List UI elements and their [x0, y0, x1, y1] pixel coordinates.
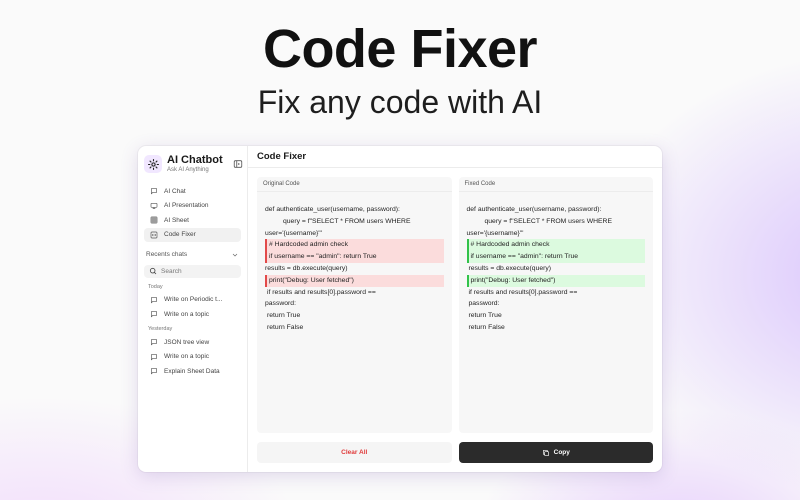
- code-line: user='{username}'": [466, 229, 524, 237]
- main-panel: Code Fixer Original Code def authenticat…: [248, 146, 662, 472]
- code-line: results = db.execute(query): [468, 264, 552, 272]
- app-name: AI Chatbot: [167, 154, 223, 166]
- copy-button[interactable]: Copy: [458, 442, 653, 463]
- code-line-removed: # Hardcoded admin check: [265, 239, 444, 252]
- chat-icon: [151, 339, 157, 346]
- copy-label: Copy: [553, 449, 570, 456]
- search-input[interactable]: Search: [144, 264, 241, 278]
- code-line: return True: [267, 312, 301, 320]
- code-line: results = db.execute(query): [265, 264, 348, 272]
- sidebar-collapse-icon[interactable]: [233, 159, 243, 169]
- chat-icon: [151, 296, 157, 303]
- code-line: return False: [267, 323, 304, 331]
- recent-chat-item[interactable]: Write on Periodic t...: [144, 293, 241, 307]
- chat-icon: [151, 368, 157, 375]
- code-line-added: print("Debug: User fetched"): [466, 274, 645, 287]
- code-line-removed: print("Debug: User fetched"): [265, 274, 444, 287]
- code-line: query = f"SELECT * FROM users WHERE: [283, 217, 411, 225]
- code-line-added: # Hardcoded admin check: [466, 239, 645, 252]
- recent-chat-item[interactable]: Write on a topic: [144, 350, 241, 364]
- code-line: if results and results[0].password ==: [267, 288, 376, 296]
- sidebar: AI Chatbot Ask AI Anything AI Chat AI Pr…: [138, 146, 248, 472]
- brand: AI Chatbot Ask AI Anything: [144, 154, 241, 174]
- recent-chat-label: Explain Sheet Data: [164, 367, 220, 375]
- chat-icon: [151, 311, 157, 318]
- fixed-code-pane[interactable]: Fixed Code def authenticate_user(usernam…: [458, 177, 654, 433]
- sheet-icon: [150, 216, 158, 224]
- recent-chat-label: JSON tree view: [164, 338, 210, 346]
- code-line: query = f"SELECT * FROM users WHERE: [484, 217, 613, 225]
- sidebar-item-label: AI Sheet: [164, 216, 189, 224]
- recent-chat-item[interactable]: Write on a topic: [144, 307, 241, 321]
- search-placeholder: Search: [161, 267, 182, 275]
- search-icon: [149, 267, 157, 275]
- group-label-today: Today: [148, 283, 163, 290]
- code-line: return True: [468, 312, 502, 320]
- chevron-down-icon[interactable]: [231, 251, 239, 259]
- copy-icon: [542, 449, 549, 456]
- fixed-code-label: Fixed Code: [458, 177, 653, 192]
- original-code-pane[interactable]: Original Code def authenticate_user(user…: [257, 177, 452, 433]
- code-line: password:: [468, 300, 500, 308]
- fixed-code-block[interactable]: def authenticate_user(username, password…: [459, 192, 654, 334]
- group-label-yesterday: Yesterday: [148, 326, 173, 332]
- sidebar-item-label: AI Chat: [164, 187, 186, 195]
- recent-chat-label: Write on a topic: [164, 310, 210, 318]
- sidebar-item-label: AI Presentation: [164, 202, 209, 209]
- app-tagline: Ask AI Anything: [167, 167, 209, 173]
- hero-subtitle: Fix any code with AI: [257, 84, 543, 120]
- recent-chat-item[interactable]: Explain Sheet Data: [144, 364, 241, 378]
- code-line: def authenticate_user(username, password…: [466, 206, 602, 213]
- sidebar-item-ai-chat[interactable]: AI Chat: [144, 184, 241, 198]
- recent-chat-label: Write on a topic: [164, 353, 210, 360]
- code-line-removed: if username == "admin": return True: [265, 251, 444, 263]
- page-title: Code Fixer: [248, 146, 662, 168]
- original-code-block[interactable]: def authenticate_user(username, password…: [257, 192, 452, 334]
- original-code-label: Original Code: [257, 177, 452, 192]
- sidebar-item-code-fixer[interactable]: Code Fixer: [144, 227, 241, 242]
- hero-title: Code Fixer: [262, 19, 538, 79]
- code-line: if results and results[0].password ==: [468, 288, 578, 296]
- chat-icon: [151, 353, 157, 360]
- code-line: return False: [468, 323, 505, 331]
- code-line: user='{username}'": [265, 229, 322, 237]
- code-line: password:: [265, 300, 296, 308]
- clear-all-button[interactable]: Clear All: [257, 442, 452, 463]
- app-window: AI Chatbot Ask AI Anything AI Chat AI Pr…: [138, 146, 662, 472]
- clear-all-label: Clear All: [341, 449, 368, 456]
- recent-chats-label: Recents chats: [146, 251, 188, 258]
- sidebar-item-ai-sheet[interactable]: AI Sheet: [144, 213, 241, 227]
- recent-chat-label: Write on Periodic t...: [164, 296, 223, 303]
- sidebar-item-label: Code Fixer: [164, 231, 196, 238]
- recent-chat-item[interactable]: JSON tree view: [144, 335, 241, 349]
- recent-chats-header[interactable]: Recents chats: [146, 251, 239, 259]
- presentation-icon: [150, 202, 158, 209]
- sidebar-item-ai-presentation[interactable]: AI Presentation: [144, 199, 241, 213]
- chat-icon: [151, 188, 157, 195]
- code-line: def authenticate_user(username, password…: [265, 206, 400, 213]
- code-icon: [150, 231, 158, 238]
- logo-icon: [144, 155, 162, 173]
- code-line-added: if username == "admin": return True: [466, 251, 645, 263]
